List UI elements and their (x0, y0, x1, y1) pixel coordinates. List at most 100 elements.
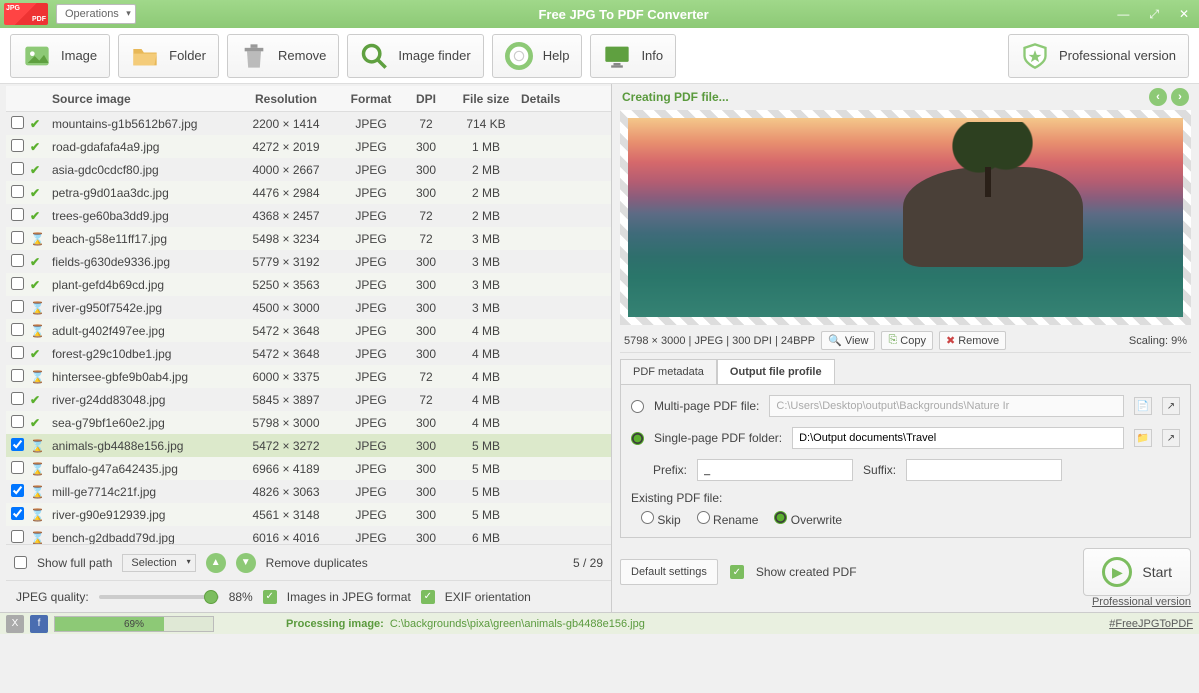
row-checkbox[interactable] (11, 300, 24, 313)
prev-image-button[interactable]: ‹ (1149, 88, 1167, 106)
jpeg-quality-slider[interactable] (99, 595, 219, 599)
copy-button[interactable]: ⎘Copy (881, 331, 933, 350)
row-checkbox[interactable] (11, 231, 24, 244)
table-row[interactable]: ⌛hintersee-gbfe9b0ab4.jpg6000 × 3375JPEG… (6, 365, 611, 388)
row-checkbox[interactable] (11, 116, 24, 129)
table-row[interactable]: ✔asia-gdc0cdcf80.jpg4000 × 2667JPEG3002 … (6, 158, 611, 181)
table-row[interactable]: ✔plant-gefd4b69cd.jpg5250 × 3563JPEG3003… (6, 273, 611, 296)
rename-option[interactable]: Rename (697, 511, 759, 527)
col-resolution[interactable]: Resolution (231, 92, 341, 106)
remove-button[interactable]: Remove (227, 34, 339, 78)
row-checkbox[interactable] (11, 369, 24, 382)
row-checkbox[interactable] (11, 484, 24, 497)
row-checkbox[interactable] (11, 438, 24, 451)
show-created-pdf-checkbox[interactable]: ✓ (730, 565, 744, 579)
browse-single-button[interactable]: 📁 (1134, 429, 1152, 447)
close-icon[interactable]: ✕ (1173, 7, 1195, 21)
hashtag-link[interactable]: #FreeJPGToPDF (1109, 618, 1193, 630)
row-checkbox[interactable] (11, 415, 24, 428)
exif-label: EXIF orientation (445, 590, 531, 604)
show-full-path-checkbox[interactable] (14, 556, 27, 569)
table-body[interactable]: ✔mountains-g1b5612b67.jpg2200 × 1414JPEG… (6, 112, 611, 544)
tab-pdf-metadata[interactable]: PDF metadata (620, 359, 717, 384)
facebook-icon[interactable]: f (30, 615, 48, 633)
row-checkbox[interactable] (11, 162, 24, 175)
col-format[interactable]: Format (341, 92, 401, 106)
row-checkbox[interactable] (11, 530, 24, 543)
col-filesize[interactable]: File size (451, 92, 521, 106)
professional-version-link[interactable]: Professional version (1092, 596, 1191, 608)
remove-duplicates-link[interactable]: Remove duplicates (266, 556, 368, 570)
multi-page-path-input[interactable] (769, 395, 1124, 417)
move-up-button[interactable]: ▲ (206, 553, 226, 573)
table-row[interactable]: ✔petra-g9d01aa3dc.jpg4476 × 2984JPEG3002… (6, 181, 611, 204)
row-checkbox[interactable] (11, 346, 24, 359)
row-checkbox[interactable] (11, 507, 24, 520)
operations-dropdown[interactable]: Operations (56, 4, 136, 24)
table-row[interactable]: ⌛animals-gb4488e156.jpg5472 × 3272JPEG30… (6, 434, 611, 457)
row-checkbox[interactable] (11, 277, 24, 290)
add-folder-label: Folder (169, 48, 206, 63)
multi-page-radio[interactable] (631, 400, 644, 413)
row-checkbox[interactable] (11, 461, 24, 474)
jpeg-format-label: Images in JPEG format (287, 590, 411, 604)
maximize-icon[interactable]: ⤢ (1143, 7, 1165, 22)
info-button[interactable]: Info (590, 34, 676, 78)
check-icon: ✔ (30, 186, 44, 200)
view-button[interactable]: 🔍View (821, 331, 875, 350)
row-format: JPEG (341, 278, 401, 292)
open-multi-button[interactable]: ↗ (1162, 397, 1180, 415)
table-row[interactable]: ✔river-g24dd83048.jpg5845 × 3897JPEG724 … (6, 388, 611, 411)
jpeg-format-checkbox[interactable]: ✓ (263, 590, 277, 604)
skip-option[interactable]: Skip (641, 511, 681, 527)
table-row[interactable]: ⌛buffalo-g47a642435.jpg6966 × 4189JPEG30… (6, 457, 611, 480)
prefix-input[interactable] (697, 459, 853, 481)
overwrite-option[interactable]: Overwrite (774, 511, 842, 527)
row-checkbox[interactable] (11, 185, 24, 198)
image-icon (23, 42, 51, 70)
col-dpi[interactable]: DPI (401, 92, 451, 106)
table-row[interactable]: ⌛river-g950f7542e.jpg4500 × 3000JPEG3003… (6, 296, 611, 319)
open-single-button[interactable]: ↗ (1162, 429, 1180, 447)
browse-multi-button[interactable]: 📄 (1134, 397, 1152, 415)
table-row[interactable]: ⌛bench-g2dbadd79d.jpg6016 × 4016JPEG3006… (6, 526, 611, 544)
row-format: JPEG (341, 439, 401, 453)
remove-preview-button[interactable]: ✖Remove (939, 331, 1006, 350)
move-down-button[interactable]: ▼ (236, 553, 256, 573)
suffix-input[interactable] (906, 459, 1062, 481)
row-checkbox[interactable] (11, 208, 24, 221)
add-folder-button[interactable]: Folder (118, 34, 219, 78)
single-page-radio[interactable] (631, 432, 644, 445)
col-details[interactable]: Details (521, 92, 611, 106)
table-row[interactable]: ✔road-gdafafa4a9.jpg4272 × 2019JPEG3001 … (6, 135, 611, 158)
image-finder-button[interactable]: Image finder (347, 34, 483, 78)
table-row[interactable]: ⌛mill-ge7714c21f.jpg4826 × 3063JPEG3005 … (6, 480, 611, 503)
default-settings-button[interactable]: Default settings (620, 559, 718, 585)
row-checkbox[interactable] (11, 323, 24, 336)
row-size: 3 MB (451, 278, 521, 292)
col-source[interactable]: Source image (50, 92, 231, 106)
minimize-icon[interactable]: — (1111, 7, 1135, 21)
exif-checkbox[interactable]: ✓ (421, 590, 435, 604)
table-row[interactable]: ✔forest-g29c10dbe1.jpg5472 × 3648JPEG300… (6, 342, 611, 365)
table-row[interactable]: ✔trees-ge60ba3dd9.jpg4368 × 2457JPEG722 … (6, 204, 611, 227)
professional-version-button[interactable]: Professional version (1008, 34, 1189, 78)
tab-output-profile[interactable]: Output file profile (717, 359, 835, 384)
selection-dropdown[interactable]: Selection (122, 554, 195, 572)
next-image-button[interactable]: › (1171, 88, 1189, 106)
table-row[interactable]: ⌛beach-g58e11ff17.jpg5498 × 3234JPEG723 … (6, 227, 611, 250)
row-checkbox[interactable] (11, 254, 24, 267)
table-row[interactable]: ⌛river-g90e912939.jpg4561 × 3148JPEG3005… (6, 503, 611, 526)
row-checkbox[interactable] (11, 139, 24, 152)
row-checkbox[interactable] (11, 392, 24, 405)
table-row[interactable]: ✔fields-g630de9336.jpg5779 × 3192JPEG300… (6, 250, 611, 273)
start-button[interactable]: ▶ Start (1083, 548, 1191, 596)
table-row[interactable]: ⌛adult-g402f497ee.jpg5472 × 3648JPEG3004… (6, 319, 611, 342)
add-image-button[interactable]: Image (10, 34, 110, 78)
row-dpi: 72 (401, 209, 451, 223)
help-button[interactable]: Help (492, 34, 583, 78)
table-row[interactable]: ✔sea-g79bf1e60e2.jpg5798 × 3000JPEG3004 … (6, 411, 611, 434)
twitter-icon[interactable]: X (6, 615, 24, 633)
table-row[interactable]: ✔mountains-g1b5612b67.jpg2200 × 1414JPEG… (6, 112, 611, 135)
single-page-path-input[interactable] (792, 427, 1124, 449)
